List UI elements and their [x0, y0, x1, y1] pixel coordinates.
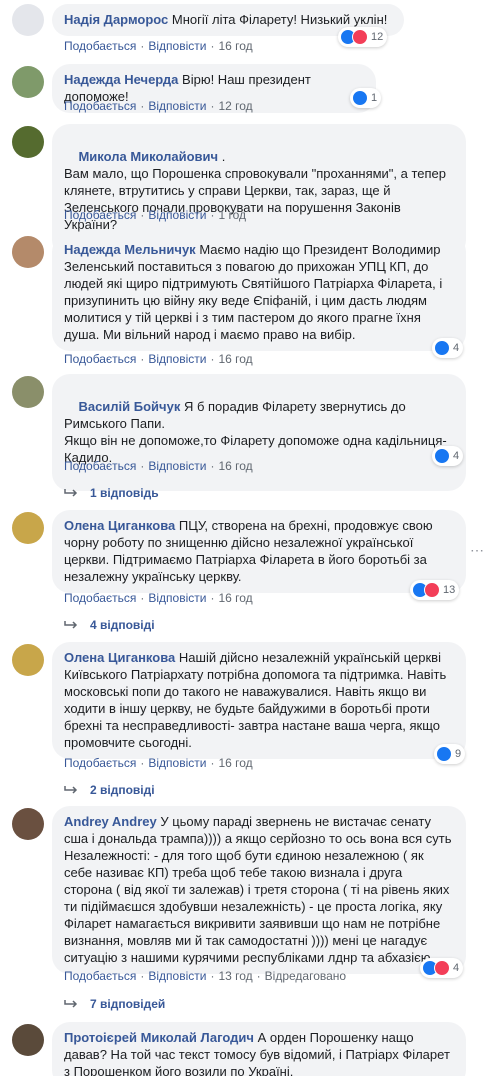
reaction-summary[interactable]: 4 — [420, 958, 464, 978]
reaction-summary[interactable]: 4 — [432, 446, 464, 466]
comment-actions: Подобається · Відповісти · 12 год — [64, 99, 253, 113]
more-options-icon[interactable]: ⋯ — [470, 542, 484, 559]
reply-arrow-icon — [64, 489, 78, 497]
avatar[interactable] — [12, 236, 44, 268]
reaction-summary[interactable]: 1 — [350, 88, 382, 108]
avatar[interactable] — [12, 512, 44, 544]
comment-time[interactable]: 13 год — [218, 969, 252, 983]
view-replies-link[interactable]: 4 відповіді — [64, 618, 155, 632]
like-button[interactable]: Подобається — [64, 969, 136, 983]
comment-bubble: Олена Циганкова Нашій дійсно незалежній … — [52, 642, 466, 759]
reaction-count: 9 — [455, 748, 462, 760]
reaction-count: 4 — [453, 450, 460, 462]
like-button[interactable]: Подобається — [64, 459, 136, 473]
like-button[interactable]: Подобається — [64, 39, 136, 53]
love-reaction-icon — [424, 582, 440, 598]
comment-bubble: Andrey Andrey У цьому параді звернень не… — [52, 806, 466, 974]
view-replies-link[interactable]: 2 відповіді — [64, 783, 155, 797]
reaction-count: 13 — [443, 584, 456, 596]
reply-button[interactable]: Відповісти — [148, 352, 206, 366]
replies-count[interactable]: 4 відповіді — [90, 618, 155, 632]
reaction-count: 1 — [371, 92, 378, 104]
like-reaction-icon — [436, 746, 452, 762]
reply-button[interactable]: Відповісти — [148, 591, 206, 605]
avatar[interactable] — [12, 644, 44, 676]
comment-author[interactable]: Andrey Andrey — [64, 814, 157, 829]
love-reaction-icon — [434, 960, 450, 976]
reply-button[interactable]: Відповісти — [148, 99, 206, 113]
like-button[interactable]: Подобається — [64, 208, 136, 222]
reply-button[interactable]: Відповісти — [148, 756, 206, 770]
reaction-summary[interactable]: 13 — [410, 580, 460, 600]
like-button[interactable]: Подобається — [64, 99, 136, 113]
comment-text: Нашій дійсно незалежній українській церк… — [64, 650, 447, 750]
comment-author[interactable]: Надежда Мельничук — [64, 242, 196, 257]
comment-author[interactable]: Олена Циганкова — [64, 518, 175, 533]
reply-button[interactable]: Відповісти — [148, 208, 206, 222]
comment-bubble: Надежда Мельничук Маємо надію що Президе… — [52, 234, 466, 351]
comment-text: Маємо надію що Президент Володимир Зелен… — [64, 242, 443, 342]
comment-author[interactable]: Протоієрей Миколай Лагодич — [64, 1030, 254, 1045]
comment-actions: Подобається · Відповісти · 16 год — [64, 591, 253, 605]
comment-actions: Подобається · Відповісти · 16 год — [64, 352, 253, 366]
comment-bubble: Олена Циганкова ПЦУ, створена на брехні,… — [52, 510, 466, 593]
comment-time[interactable]: 12 год — [218, 99, 252, 113]
like-button[interactable]: Подобається — [64, 756, 136, 770]
edited-label: Відредаговано — [264, 969, 347, 983]
comment-bubble: Василій Бойчук Я б порадив Філарету звер… — [52, 374, 466, 491]
reply-arrow-icon — [64, 621, 78, 629]
avatar[interactable] — [12, 126, 44, 158]
reply-button[interactable]: Відповісти — [148, 459, 206, 473]
comment-time[interactable]: 16 год — [218, 591, 252, 605]
avatar[interactable] — [12, 808, 44, 840]
avatar[interactable] — [12, 376, 44, 408]
reaction-summary[interactable]: 9 — [434, 744, 466, 764]
like-button[interactable]: Подобається — [64, 591, 136, 605]
comment-actions: Подобається · Відповісти · 16 год — [64, 756, 253, 770]
comment-author[interactable]: Надія Дарморос — [64, 12, 168, 27]
comment-time[interactable]: 16 год — [218, 39, 252, 53]
comment-author[interactable]: Василій Бойчук — [78, 399, 180, 414]
view-replies-link[interactable]: 1 відповідь — [64, 486, 159, 500]
like-button[interactable]: Подобається — [64, 352, 136, 366]
comment-bubble: Протоієрей Миколай Лагодич А орден Порош… — [52, 1022, 466, 1076]
reaction-count: 4 — [453, 962, 460, 974]
comment-text: У цьому параді звернень не вистачає сена… — [64, 814, 452, 965]
replies-count[interactable]: 2 відповіді — [90, 783, 155, 797]
reply-button[interactable]: Відповісти — [148, 39, 206, 53]
comment-text: Многії літа Філарету! Низький уклін! — [171, 12, 388, 27]
reaction-summary[interactable]: 4 — [432, 338, 464, 358]
reply-button[interactable]: Відповісти — [148, 969, 206, 983]
avatar[interactable] — [12, 4, 44, 36]
like-reaction-icon — [434, 448, 450, 464]
comment-author[interactable]: Олена Циганкова — [64, 650, 175, 665]
love-reaction-icon — [352, 29, 368, 45]
comment-time[interactable]: 1 год — [218, 208, 246, 222]
like-reaction-icon — [434, 340, 450, 356]
avatar[interactable] — [12, 1024, 44, 1056]
replies-count[interactable]: 7 відповідей — [90, 997, 165, 1011]
reaction-count: 4 — [453, 342, 460, 354]
reply-arrow-icon — [64, 786, 78, 794]
avatar[interactable] — [12, 66, 44, 98]
comment-time[interactable]: 16 год — [218, 459, 252, 473]
view-replies-link[interactable]: 7 відповідей — [64, 997, 165, 1011]
replies-count[interactable]: 1 відповідь — [90, 486, 159, 500]
reaction-summary[interactable]: 12 — [338, 27, 388, 47]
comment-time[interactable]: 16 год — [218, 352, 252, 366]
reaction-count: 12 — [371, 31, 384, 43]
comment-author[interactable]: Микола Миколайович — [78, 149, 218, 164]
comment-actions: Подобається · Відповісти · 16 год — [64, 459, 253, 473]
comment-actions: Подобається · Відповісти · 16 год — [64, 39, 253, 53]
reply-arrow-icon — [64, 1000, 78, 1008]
comment-actions: Подобається · Відповісти · 13 год · Відредагов… — [64, 969, 347, 983]
like-reaction-icon — [352, 90, 368, 106]
comment-time[interactable]: 16 год — [218, 756, 252, 770]
comment-actions: Подобається · Відповісти · 1 год — [64, 208, 246, 222]
comment-author[interactable]: Надежда Нечерда — [64, 72, 178, 87]
